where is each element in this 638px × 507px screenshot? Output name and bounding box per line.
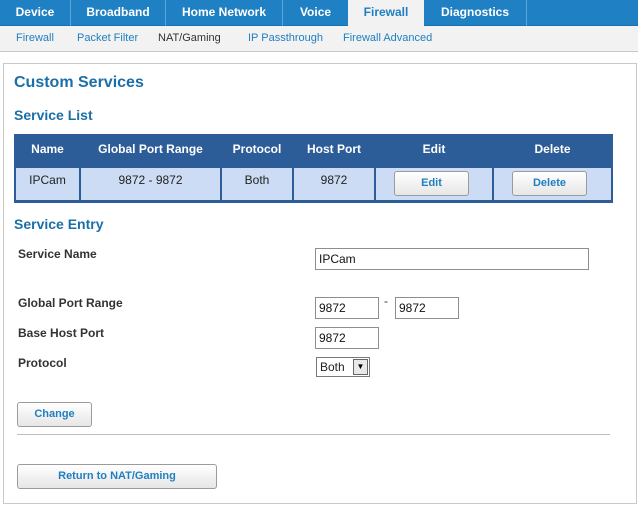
subnav-nat-gaming[interactable]: NAT/Gaming [158, 26, 221, 51]
change-button[interactable]: Change [17, 402, 92, 427]
protocol-selected-value: Both [320, 360, 345, 374]
port-range-separator: - [384, 294, 388, 308]
column-header-name: Name [31, 142, 64, 156]
service-list-heading: Service List [14, 107, 93, 123]
subnav-ip-passthrough[interactable]: IP Passthrough [248, 26, 323, 51]
column-header-protocol: Protocol [232, 142, 282, 156]
sub-navigation: Firewall Packet Filter NAT/Gaming IP Pas… [0, 26, 638, 52]
protocol-label: Protocol [18, 356, 67, 370]
page-title: Custom Services [14, 74, 144, 91]
cell-protocol: Both [222, 168, 292, 200]
tab-voice[interactable]: Voice [283, 0, 348, 26]
divider [17, 434, 610, 435]
tab-device[interactable]: Device [0, 0, 70, 26]
tab-divider [526, 0, 527, 26]
base-host-port-input[interactable]: 9872 [315, 327, 379, 349]
dropdown-arrow-icon[interactable]: ▼ [353, 359, 368, 375]
subnav-firewall[interactable]: Firewall [16, 26, 54, 51]
base-host-port-label: Base Host Port [18, 326, 105, 340]
content-panel [3, 63, 637, 504]
tab-broadband[interactable]: Broadband [71, 0, 165, 26]
service-entry-heading: Service Entry [14, 216, 104, 232]
tab-firewall[interactable]: Firewall [348, 0, 424, 26]
top-navigation: Device Broadband Home Network Voice Fire… [0, 0, 638, 26]
service-name-input[interactable]: IPCam [315, 248, 589, 270]
tab-home-network[interactable]: Home Network [166, 0, 282, 26]
return-to-nat-gaming-button[interactable]: Return to NAT/Gaming [17, 464, 217, 489]
column-header-host-port: Host Port [307, 142, 361, 156]
column-header-global-port-range: Global Port Range [98, 142, 203, 156]
cell-service-name: IPCam [16, 168, 79, 200]
tab-diagnostics[interactable]: Diagnostics [424, 0, 526, 26]
service-name-label: Service Name [18, 247, 97, 261]
edit-button[interactable]: Edit [394, 171, 469, 196]
column-header-edit: Edit [422, 142, 446, 156]
cell-host-port: 9872 [294, 168, 374, 200]
delete-button[interactable]: Delete [512, 171, 587, 196]
column-header-delete: Delete [534, 142, 571, 156]
global-port-range-label: Global Port Range [18, 296, 123, 310]
protocol-select[interactable]: Both ▼ [316, 357, 370, 377]
subnav-firewall-advanced[interactable]: Firewall Advanced [343, 26, 432, 51]
cell-global-port-range: 9872 - 9872 [81, 168, 220, 200]
subnav-packet-filter[interactable]: Packet Filter [77, 26, 138, 51]
port-range-start-input[interactable]: 9872 [315, 297, 379, 319]
port-range-end-input[interactable]: 9872 [395, 297, 459, 319]
